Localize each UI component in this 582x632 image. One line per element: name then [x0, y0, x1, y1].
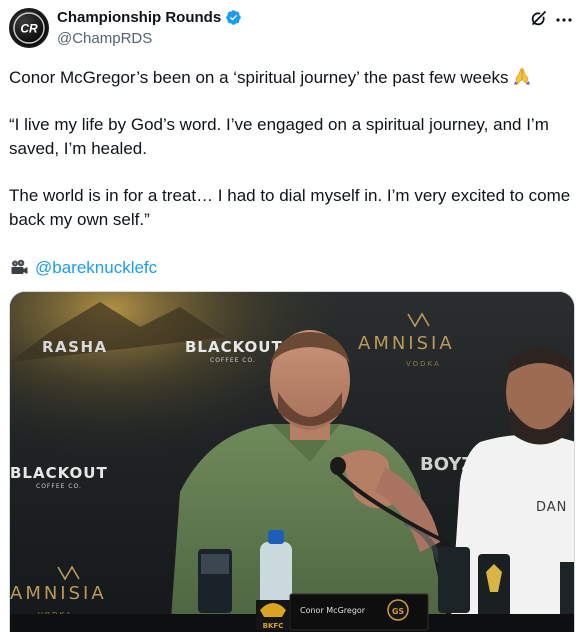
banner-blackout-1: BLACKOUT [185, 338, 283, 356]
author-display-name[interactable]: Championship Rounds [57, 9, 221, 26]
grok-icon[interactable] [529, 8, 549, 28]
author-name-row: Championship Rounds [57, 9, 242, 26]
author-handle[interactable]: @ChampRDS [57, 30, 152, 47]
more-options-icon[interactable] [554, 10, 574, 30]
bkfc-logo: BKFC [256, 600, 290, 630]
banner-blackout-2-sub: COFFEE CO. [36, 483, 82, 490]
tweet-media-image[interactable]: RASHA BLACKOUT COFFEE CO. AMNISIA VODKA … [9, 291, 575, 632]
bkfc-logo-text: BKFC [263, 622, 284, 630]
banner-rasha: RASHA [42, 338, 108, 356]
banner-blackout-1-sub: COFFEE CO. [210, 357, 256, 364]
gs-logo: GS [392, 607, 405, 616]
tweet-paragraph-3: The world is in for a treat… I had to di… [9, 186, 575, 229]
banner-blackout-2: BLACKOUT [10, 464, 108, 482]
nameplate: Conor McGregor GS [289, 593, 429, 631]
banner-amnisia-1: AMNISIA [358, 333, 455, 354]
tweet-credit-line: @bareknucklefc [9, 256, 157, 280]
author-avatar[interactable]: CR [9, 8, 49, 48]
press-conference-image: RASHA BLACKOUT COFFEE CO. AMNISIA VODKA … [10, 292, 574, 632]
movie-camera-icon [11, 259, 28, 274]
banner-amnisia-2: AMNISIA [10, 583, 107, 604]
nameplate-text: Conor McGregor [300, 606, 366, 615]
verified-badge-icon [226, 10, 241, 25]
tweet-line-1-text: Conor McGregor’s been on a ‘spiritual jo… [9, 68, 509, 87]
mention-link-bareknucklefc[interactable]: @bareknucklefc [35, 256, 157, 280]
cr-logo: CR [13, 12, 45, 44]
banner-amnisia-1-sub: VODKA [406, 360, 441, 368]
folded-hands-emoji [513, 67, 530, 85]
tweet-paragraph-2: “I live my life by God’s word. I’ve enga… [9, 115, 554, 158]
shirt-text: DAN [536, 500, 567, 515]
tweet-line-1: Conor McGregor’s been on a ‘spiritual jo… [9, 66, 532, 90]
can-left [198, 549, 232, 613]
svg-text:CR: CR [20, 22, 38, 36]
